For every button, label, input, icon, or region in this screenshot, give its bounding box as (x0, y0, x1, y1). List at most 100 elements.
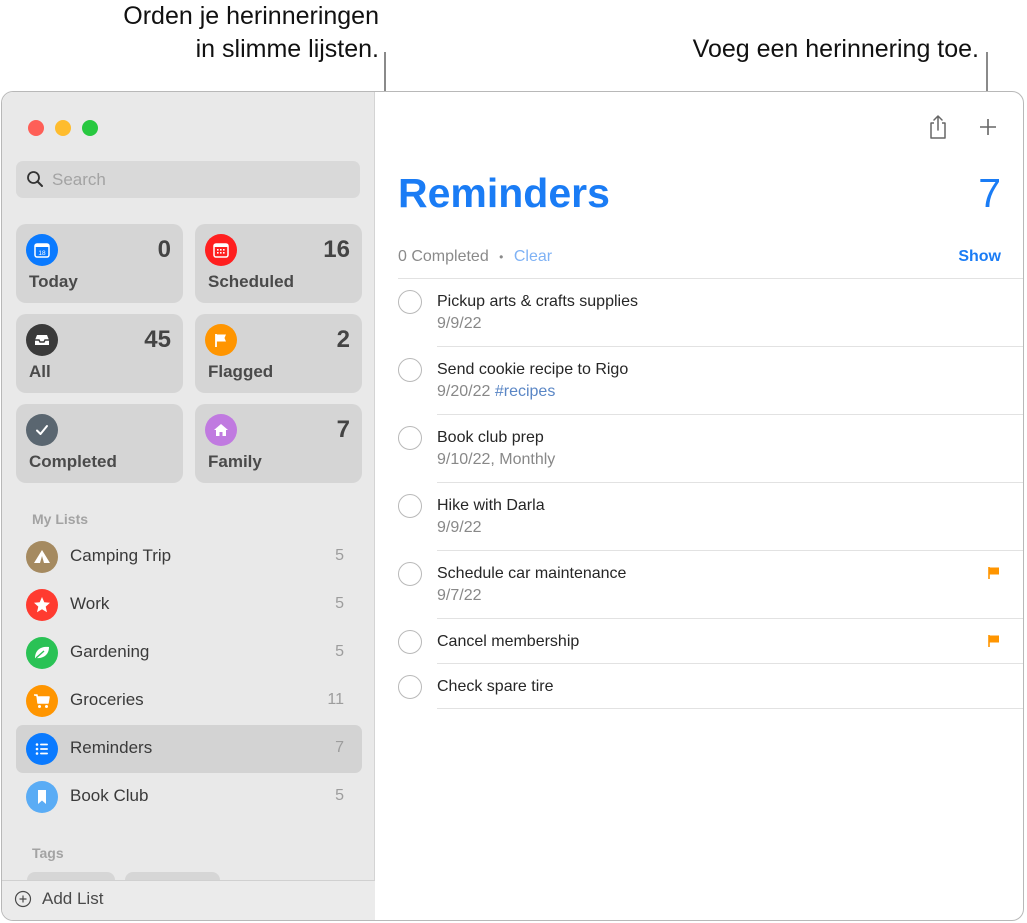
reminder-row[interactable]: Send cookie recipe to Rigo 9/20/22 #reci… (376, 347, 1023, 415)
clear-button[interactable]: Clear (514, 248, 552, 265)
star-icon (26, 589, 58, 621)
smart-list-today[interactable]: 18 0 Today (16, 224, 183, 303)
sidebar: 18 0 Today 16 Scheduled 45 All (2, 92, 375, 920)
tray-icon (26, 324, 58, 356)
complete-checkbox[interactable] (398, 562, 422, 586)
smart-list-flagged[interactable]: 2 Flagged (195, 314, 362, 393)
smart-list-family[interactable]: 7 Family (195, 404, 362, 483)
list-count: 11 (327, 691, 344, 708)
house-icon (205, 414, 237, 446)
complete-checkbox[interactable] (398, 494, 422, 518)
main-pane: Reminders 7 0 Completed • Clear Show Pic… (376, 92, 1023, 920)
complete-checkbox[interactable] (398, 290, 422, 314)
my-lists: Camping Trip 5 Work 5 Gardening 5 Grocer… (16, 533, 362, 821)
share-button[interactable] (923, 112, 953, 142)
reminder-list: Pickup arts & crafts supplies 9/9/22 Sen… (376, 278, 1023, 709)
reminder-subtitle: 9/20/22 #recipes (437, 381, 1023, 403)
list-item-book-club[interactable]: Book Club 5 (16, 773, 362, 821)
add-reminder-button[interactable] (973, 112, 1003, 142)
complete-checkbox[interactable] (398, 426, 422, 450)
reminder-tag[interactable]: #recipes (495, 383, 555, 400)
callout-text-line1: Orden je herinneringen (123, 2, 379, 30)
reminder-row[interactable]: Pickup arts & crafts supplies 9/9/22 (376, 279, 1023, 347)
smart-list-completed[interactable]: Completed (16, 404, 183, 483)
smart-list-count: 16 (323, 236, 350, 263)
close-button[interactable] (28, 120, 44, 136)
flag-icon[interactable] (987, 634, 1001, 648)
plus-circle-icon (14, 890, 32, 908)
reminder-date: 9/7/22 (437, 587, 482, 604)
smart-list-label: Scheduled (208, 272, 294, 291)
cart-icon (26, 685, 58, 717)
calendar-grid-icon (205, 234, 237, 266)
list-label: Work (70, 594, 110, 613)
add-list-label: Add List (42, 889, 104, 908)
list-label: Reminders (70, 738, 153, 757)
search-icon (27, 171, 43, 187)
list-item-groceries[interactable]: Groceries 11 (16, 677, 362, 725)
callout-smart-lists: Orden je herinneringen in slimme lijsten… (123, 0, 379, 66)
show-completed-button[interactable]: Show (958, 248, 1001, 266)
smart-list-count: 7 (336, 416, 350, 443)
list-item-camping-trip[interactable]: Camping Trip 5 (16, 533, 362, 581)
reminder-title[interactable]: Pickup arts & crafts supplies (437, 291, 1023, 313)
search-input[interactable] (52, 161, 342, 198)
list-label: Book Club (70, 786, 149, 805)
tags-heading: Tags (32, 845, 64, 861)
my-lists-heading: My Lists (32, 511, 89, 527)
complete-checkbox[interactable] (398, 630, 422, 654)
flag-icon[interactable] (987, 566, 1001, 580)
smart-list-label: All (29, 362, 51, 381)
complete-checkbox[interactable] (398, 675, 422, 699)
reminder-title[interactable]: Book club prep (437, 427, 1023, 449)
reminder-date: 9/9/22 (437, 315, 482, 332)
reminder-title[interactable]: Hike with Darla (437, 495, 1023, 517)
flag-icon (205, 324, 237, 356)
list-count: 7 (335, 739, 344, 756)
leaf-icon (26, 637, 58, 669)
checkmark-icon (26, 414, 58, 446)
smart-list-count: 0 (157, 236, 171, 263)
list-count-header: 7 (978, 170, 1001, 216)
list-item-work[interactable]: Work 5 (16, 581, 362, 629)
reminder-title[interactable]: Cancel membership (437, 631, 1023, 653)
smart-lists: 18 0 Today 16 Scheduled 45 All 2 Flagged… (16, 224, 362, 483)
list-count: 5 (335, 595, 344, 612)
smart-list-label: Family (208, 452, 262, 471)
reminder-row[interactable]: Check spare tire (376, 664, 1023, 709)
reminder-title[interactable]: Check spare tire (437, 676, 1023, 698)
reminder-row[interactable]: Book club prep 9/10/22, Monthly (376, 415, 1023, 483)
smart-list-label: Flagged (208, 362, 274, 381)
smart-list-label: Today (29, 272, 78, 291)
list-item-reminders[interactable]: Reminders 7 (16, 725, 362, 773)
reminder-title[interactable]: Schedule car maintenance (437, 563, 1023, 585)
bookmark-icon (26, 781, 58, 813)
reminder-row[interactable]: Schedule car maintenance 9/7/22 (376, 551, 1023, 619)
reminder-row[interactable]: Hike with Darla 9/9/22 (376, 483, 1023, 551)
reminder-title[interactable]: Send cookie recipe to Rigo (437, 359, 1023, 381)
reminder-row[interactable]: Cancel membership (376, 619, 1023, 664)
smart-list-label: Completed (29, 452, 117, 471)
smart-list-all[interactable]: 45 All (16, 314, 183, 393)
list-label: Gardening (70, 642, 150, 661)
callout-text-line2: in slimme lijsten. (195, 35, 379, 63)
smart-list-scheduled[interactable]: 16 Scheduled (195, 224, 362, 303)
minimize-button[interactable] (55, 120, 71, 136)
tent-icon (26, 541, 58, 573)
share-icon (930, 115, 946, 139)
list-count: 5 (335, 787, 344, 804)
zoom-button[interactable] (82, 120, 98, 136)
list-label: Camping Trip (70, 546, 172, 565)
list-bullet-icon (26, 733, 58, 765)
complete-checkbox[interactable] (398, 358, 422, 382)
list-item-gardening[interactable]: Gardening 5 (16, 629, 362, 677)
list-count: 5 (335, 643, 344, 660)
separator-dot: • (499, 250, 504, 264)
sidebar-footer: Add List (2, 880, 375, 920)
calendar-today-icon: 18 (26, 234, 58, 266)
completed-count: 0 Completed (398, 248, 489, 265)
reminder-date: 9/10/22, Monthly (437, 451, 556, 468)
search-field[interactable] (16, 161, 360, 198)
add-list-button[interactable]: Add List (14, 889, 103, 909)
reminder-date: 9/9/22 (437, 519, 482, 536)
